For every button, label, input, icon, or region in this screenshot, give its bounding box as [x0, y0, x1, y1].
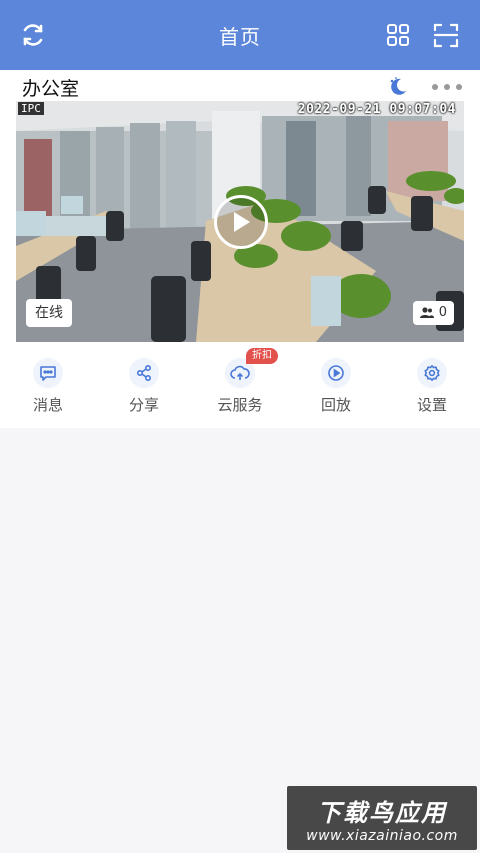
play-button[interactable]	[214, 195, 268, 249]
site-watermark: 下载鸟应用 www.xiazainiao.com	[287, 786, 477, 850]
camera-preview[interactable]: IPC 2022-09-21 09:07:04 在线 0	[16, 101, 464, 342]
more-dots-icon[interactable]	[432, 75, 462, 99]
grid-view-icon[interactable]	[383, 20, 413, 50]
play-icon	[234, 212, 250, 232]
device-card[interactable]: 办公室 IPC 2022-09-21 09:07:04 在线 0 消息 分享 折…	[0, 70, 480, 428]
online-status-badge: 在线	[26, 299, 72, 327]
device-name: 办公室	[22, 78, 80, 100]
scan-icon[interactable]	[431, 20, 461, 50]
refresh-icon[interactable]	[18, 20, 48, 50]
action-label: 分享	[128, 396, 159, 414]
people-icon	[419, 307, 434, 318]
settings-icon	[417, 358, 447, 388]
action-settings[interactable]: 设置	[384, 354, 480, 418]
action-label: 消息	[32, 396, 63, 414]
page-title: 首页	[219, 24, 261, 49]
action-label: 设置	[416, 396, 447, 414]
device-action-bar: 消息 分享 折扣 云服务 回放 设置	[0, 348, 480, 418]
video-timestamp: 2022-09-21 09:07:04	[297, 102, 456, 117]
watermark-title: 下载鸟应用	[317, 798, 447, 827]
viewer-count-badge: 0	[412, 301, 454, 325]
action-label: 回放	[320, 396, 351, 414]
top-app-bar: 首页	[0, 0, 480, 70]
action-label: 云服务	[217, 396, 263, 414]
share-icon	[129, 358, 159, 388]
message-icon	[33, 358, 63, 388]
action-cloud-service[interactable]: 折扣 云服务	[192, 348, 288, 418]
discount-badge: 折扣	[246, 348, 278, 364]
playback-icon	[321, 358, 351, 388]
watermark-url: www.xiazainiao.com	[306, 827, 458, 844]
action-message[interactable]: 消息	[0, 354, 96, 418]
action-share[interactable]: 分享	[96, 354, 192, 418]
viewer-count: 0	[438, 305, 447, 320]
moon-icon[interactable]	[386, 75, 410, 99]
action-playback[interactable]: 回放	[288, 354, 384, 418]
ipc-label: IPC	[18, 102, 44, 115]
